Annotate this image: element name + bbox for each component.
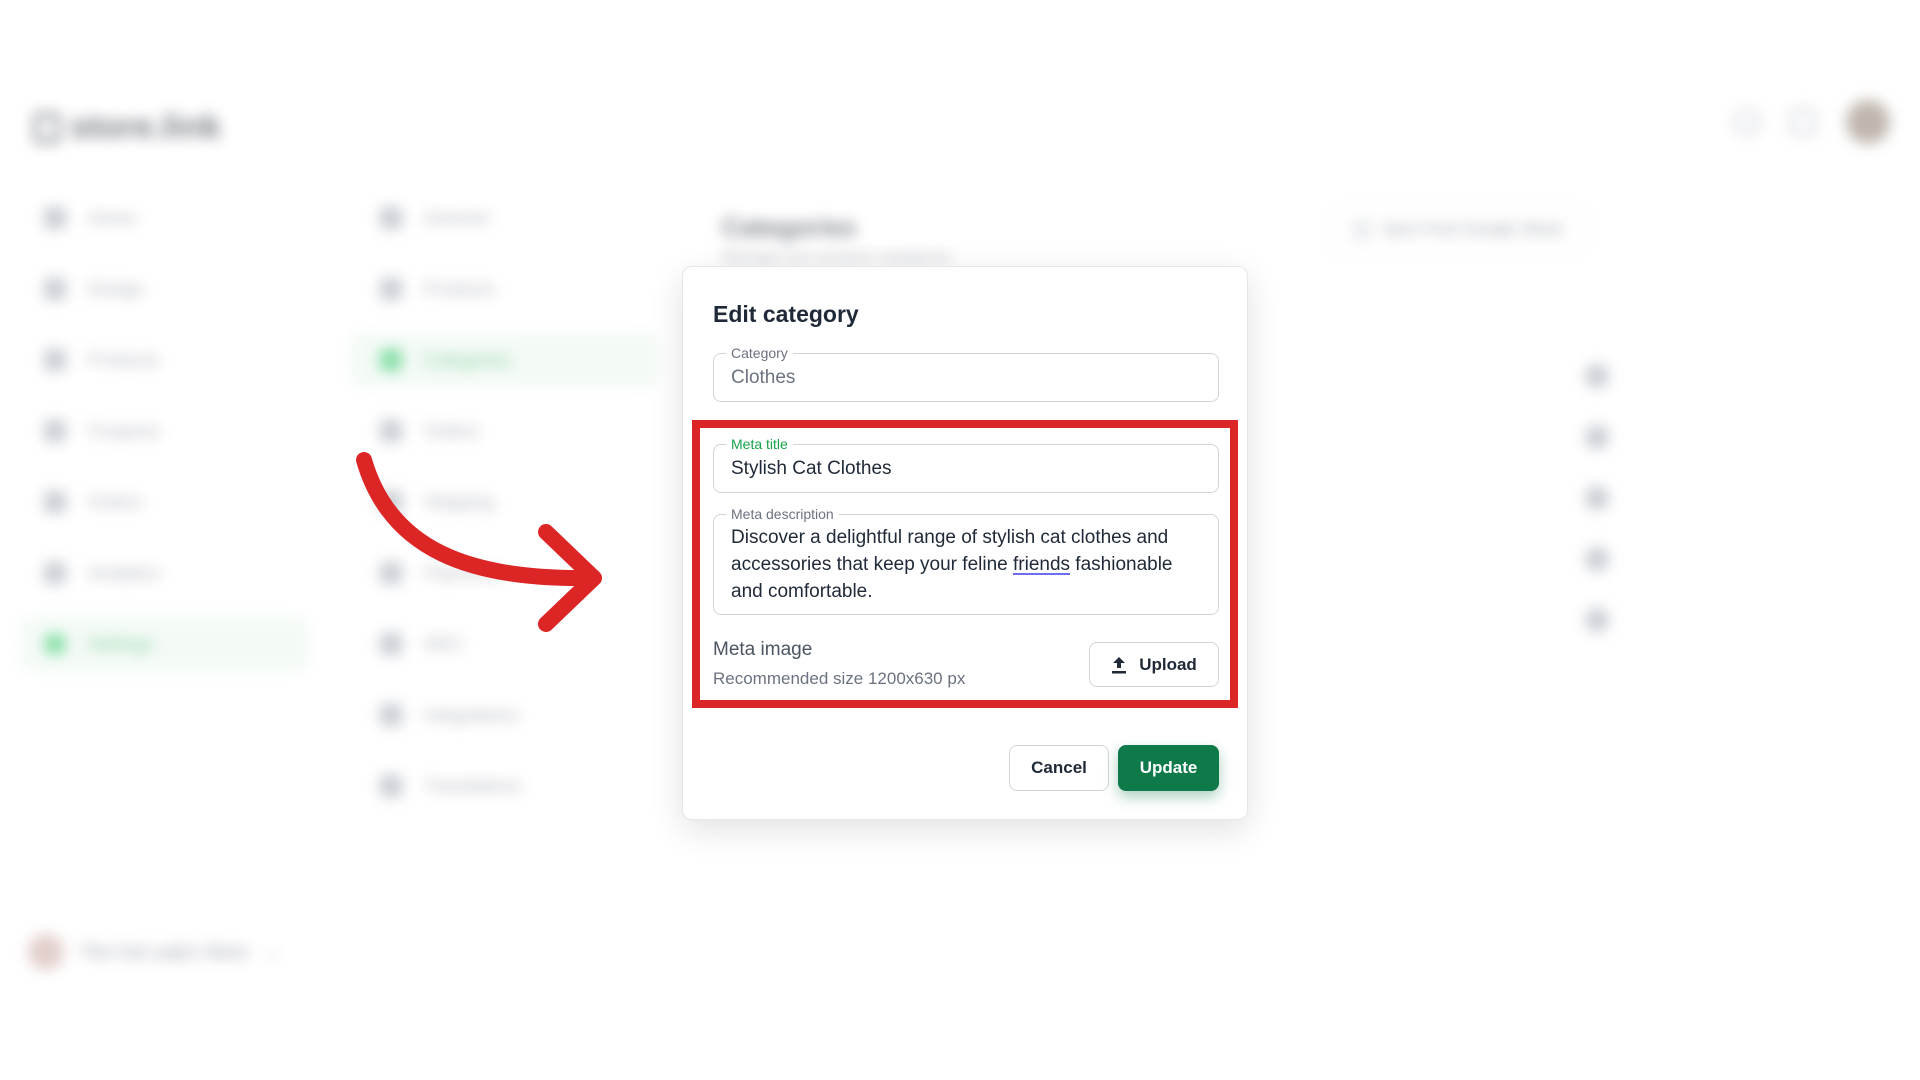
orders-icon (380, 420, 402, 442)
row-action-icon[interactable] (1585, 486, 1609, 510)
sidebar-item-label: Analytics (88, 562, 161, 583)
home-icon (44, 207, 66, 229)
logo-text: store.link (70, 108, 222, 146)
sidebar-item-label: Design (88, 278, 145, 299)
subnav-item-label: Categories (424, 349, 512, 370)
content-header: Categories Manage your product categorie… (722, 212, 951, 267)
row-action-icon[interactable] (1585, 547, 1609, 571)
row-action-icon[interactable] (1585, 364, 1609, 388)
subnav-item-label: General (424, 207, 489, 228)
highlight-box (692, 420, 1238, 708)
subnav-item-products[interactable]: Products (350, 261, 660, 317)
sync-icon (1353, 221, 1371, 239)
modal-title: Edit category (713, 301, 859, 327)
subnav-item-label: Translations (424, 775, 522, 796)
curved-arrow-icon (356, 452, 602, 632)
general-icon (380, 207, 402, 229)
store-name: The Cat Lady's Store (80, 941, 249, 962)
store-switcher[interactable]: The Cat Lady's Store ⌄ (28, 934, 280, 970)
user-avatar[interactable] (1846, 100, 1890, 144)
sidebar-item-analytics[interactable]: Analytics (20, 545, 310, 601)
sidebar-item-orders[interactable]: Orders (20, 474, 310, 530)
cart-icon (44, 491, 66, 513)
subnav-item-label: Orders (424, 420, 480, 441)
sidebar-item-label: Coupons (88, 420, 161, 441)
sidebar-item-products[interactable]: Products (20, 332, 310, 388)
plug-icon (380, 704, 402, 726)
top-right-icons (1734, 100, 1890, 144)
main-sidebar: Home Design Products Coupons Orders Anal… (20, 190, 310, 687)
category-field[interactable]: Category Clothes (713, 344, 1219, 402)
row-action-icon[interactable] (1585, 608, 1609, 632)
subnav-item-integrations[interactable]: Integrations (350, 687, 660, 743)
sidebar-item-settings[interactable]: Settings (20, 616, 310, 672)
sidebar-item-label: Orders (88, 491, 144, 512)
sidebar-item-label: Products (88, 349, 160, 370)
store-logo: store.link (34, 108, 221, 147)
help-icon[interactable] (1734, 109, 1760, 135)
update-button[interactable]: Update (1118, 745, 1219, 791)
sidebar-item-coupons[interactable]: Coupons (20, 403, 310, 459)
design-icon (44, 278, 66, 300)
chart-icon (44, 562, 66, 584)
category-value: Clothes (731, 367, 796, 388)
page-title: Categories (722, 212, 857, 242)
sidebar-item-label: Settings (88, 633, 154, 654)
cancel-button[interactable]: Cancel (1009, 745, 1109, 791)
subnav-item-general[interactable]: General (350, 190, 660, 246)
products-icon (380, 278, 402, 300)
products-icon (44, 349, 66, 371)
store-avatar (28, 934, 64, 970)
category-row-actions (1585, 364, 1609, 669)
sidebar-item-label: Home (88, 207, 137, 228)
page-subtitle: Manage your product categories (722, 249, 952, 266)
coupon-icon (44, 420, 66, 442)
sidebar-item-home[interactable]: Home (20, 190, 310, 246)
sync-google-sheet-button[interactable]: Sync From Google Sheet (1330, 208, 1586, 252)
sidebar-item-design[interactable]: Design (20, 261, 310, 317)
subnav-item-translations[interactable]: Translations (350, 758, 660, 814)
subnav-item-label: Integrations (424, 704, 519, 725)
subnav-item-categories[interactable]: Categories (350, 332, 660, 388)
chevron-down-icon: ⌄ (264, 941, 280, 962)
gear-icon (44, 633, 66, 655)
categories-icon (380, 349, 402, 371)
category-label: Category (726, 344, 793, 362)
external-link-icon[interactable] (1790, 109, 1816, 135)
subnav-item-label: Products (424, 278, 496, 299)
sync-button-label: Sync From Google Sheet (1383, 221, 1563, 238)
shopping-bag-icon (34, 112, 60, 143)
translate-icon (380, 775, 402, 797)
row-action-icon[interactable] (1585, 425, 1609, 449)
